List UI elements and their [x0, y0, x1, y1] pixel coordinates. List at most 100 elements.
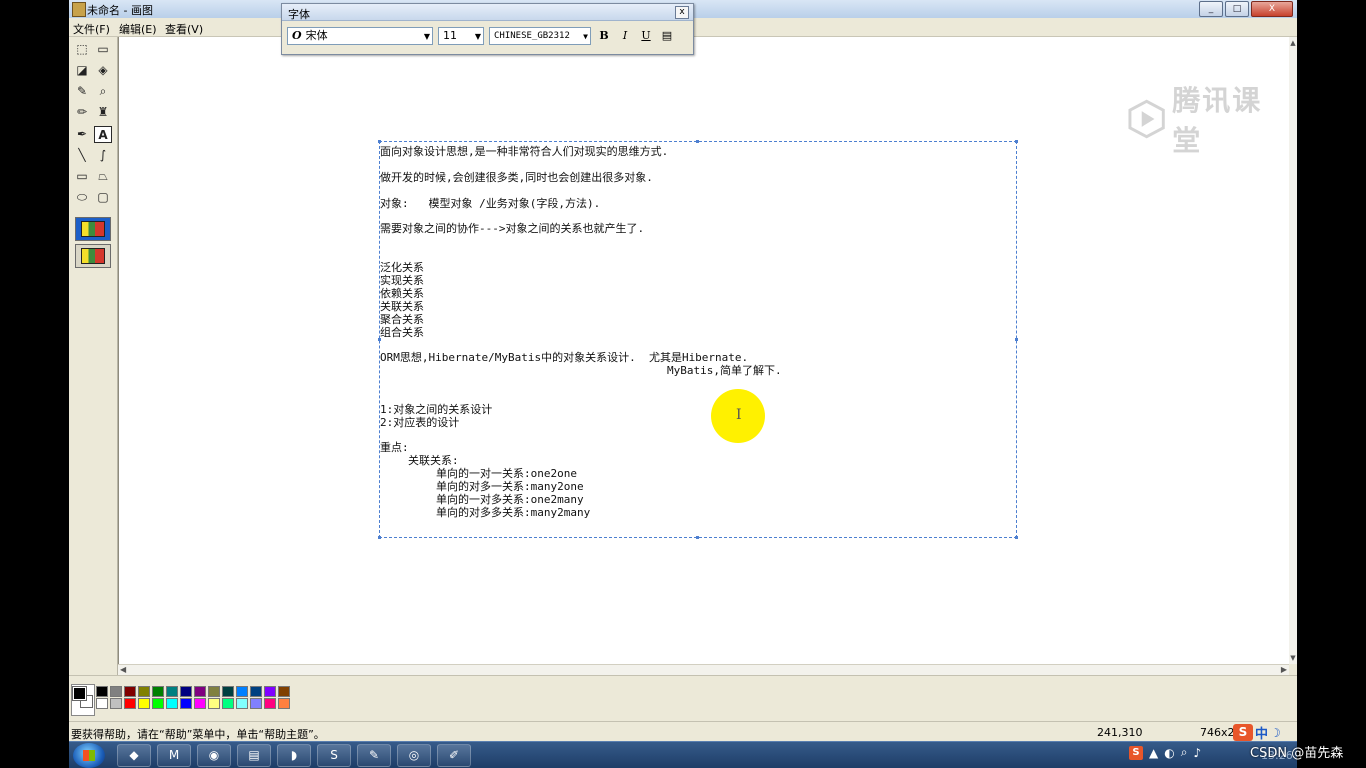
color-swatch[interactable] [250, 686, 262, 697]
color-swatches [96, 686, 291, 709]
tray-volume-icon[interactable]: ♪ [1193, 746, 1201, 760]
vertical-text-icon[interactable]: ▤ [659, 28, 675, 44]
windows-logo-icon [83, 750, 95, 761]
ime-toolbar[interactable]: S 中 ☽ [1233, 723, 1281, 742]
chevron-down-icon: ▼ [423, 32, 430, 41]
text-line: 泛化关系 [380, 261, 424, 274]
color-swatch[interactable] [250, 698, 262, 709]
fill-icon[interactable]: ◈ [94, 62, 112, 79]
line-icon[interactable]: ╲ [73, 147, 91, 164]
taskbar-paint-icon[interactable]: ✐ [437, 744, 471, 767]
tray-network-icon[interactable]: ◐ [1164, 746, 1174, 760]
font-name-select[interactable]: O 宋体 ▼ [287, 27, 433, 45]
color-swatch[interactable] [138, 686, 150, 697]
close-button[interactable]: X [1251, 1, 1293, 17]
color-swatch[interactable] [236, 686, 248, 697]
free-select-icon[interactable]: ⬚ [73, 41, 91, 58]
taskbar-app-icon[interactable]: S [317, 744, 351, 767]
tray-sogou-icon[interactable]: S [1129, 745, 1143, 760]
text-line: 实现关系 [380, 274, 424, 287]
polygon-icon[interactable]: ⏢ [94, 168, 112, 185]
color-swatch[interactable] [278, 698, 290, 709]
bold-button[interactable]: B [596, 28, 612, 44]
airbrush-icon[interactable]: ✒ [73, 126, 91, 143]
color-swatch[interactable] [236, 698, 248, 709]
sogou-icon[interactable]: S [1233, 724, 1253, 741]
font-script-value: CHINESE_GB2312 [494, 31, 570, 41]
color-swatch[interactable] [180, 686, 192, 697]
scroll-left-icon[interactable]: ◀ [120, 665, 126, 674]
watermark: 腾讯课堂 [1127, 79, 1290, 159]
font-size-select[interactable]: 11 ▼ [438, 27, 484, 45]
color-swatch[interactable] [166, 686, 178, 697]
tray-search-icon[interactable]: ⌕ [1181, 745, 1188, 760]
ellipse-icon[interactable]: ⬭ [73, 189, 91, 206]
underline-button[interactable]: U [638, 28, 654, 44]
taskbar-app-icon[interactable]: M [157, 744, 191, 767]
magnifier-icon[interactable]: ⌕ [94, 83, 112, 100]
text-line: 面向对象设计思想,是一种非常符合人们对现实的思维方式. [380, 145, 669, 158]
color-swatch[interactable] [222, 686, 234, 697]
color-swatch[interactable] [152, 686, 164, 697]
brush-icon[interactable]: ♜ [94, 104, 112, 121]
rounded-rect-icon[interactable]: ▢ [94, 189, 112, 206]
color-swatch[interactable] [264, 698, 276, 709]
font-controls: O 宋体 ▼ 11 ▼ CHINESE_GB2312 ▼ B I U ▤ [287, 27, 675, 45]
start-button[interactable] [73, 743, 105, 768]
color-swatch[interactable] [124, 686, 136, 697]
tray-expand-icon[interactable]: ▲ [1149, 746, 1158, 760]
color-swatch[interactable] [194, 698, 206, 709]
color-swatch[interactable] [110, 698, 122, 709]
curve-icon[interactable]: ∫ [94, 147, 112, 164]
scroll-down-icon[interactable]: ▼ [1289, 654, 1297, 662]
text-tool-icon[interactable]: A [94, 126, 112, 143]
color-swatch[interactable] [138, 698, 150, 709]
color-swatch[interactable] [152, 698, 164, 709]
horizontal-scrollbar[interactable]: ◀ ▶ [118, 664, 1289, 675]
color-picker-icon[interactable]: ✎ [73, 83, 91, 100]
taskbar-notepad-icon[interactable]: ✎ [357, 744, 391, 767]
menu-view[interactable]: 查看(V) [165, 21, 203, 37]
menu-edit[interactable]: 编辑(E) [119, 21, 157, 37]
color-swatch[interactable] [208, 686, 220, 697]
opaque-background-option[interactable] [75, 217, 111, 241]
color-swatch[interactable] [180, 698, 192, 709]
pencil-icon[interactable]: ✏ [73, 104, 91, 121]
font-dialog-close-button[interactable]: x [675, 6, 689, 19]
color-swatch[interactable] [194, 686, 206, 697]
paint-app-icon [72, 2, 86, 17]
drawing-canvas[interactable]: 腾讯课堂 面向对象设计思想,是一种非常符合人们对现实的思维方式. 做开发的时候,… [118, 37, 1290, 664]
color-swatch[interactable] [96, 686, 108, 697]
vertical-scrollbar[interactable]: ▲ ▼ [1289, 37, 1297, 664]
taskbar-app-icon[interactable]: ◎ [397, 744, 431, 767]
transparent-background-option[interactable] [75, 244, 111, 268]
color-swatch[interactable] [208, 698, 220, 709]
toolbox: ⬚ ▭ ◪ ◈ ✎ ⌕ ✏ ♜ ✒ A ╲ ∫ ▭ ⏢ ⬭ ▢ [69, 37, 118, 677]
taskbar-app-icon[interactable]: ◆ [117, 744, 151, 767]
ime-halfwidth-icon[interactable]: ☽ [1270, 726, 1281, 740]
scroll-up-icon[interactable]: ▲ [1289, 39, 1297, 47]
ime-chinese-mode[interactable]: 中 [1255, 723, 1268, 742]
italic-button[interactable]: I [617, 28, 633, 44]
taskbar-chrome-icon[interactable]: ◉ [197, 744, 231, 767]
color-swatch[interactable] [222, 698, 234, 709]
color-swatch[interactable] [96, 698, 108, 709]
eraser-icon[interactable]: ◪ [73, 62, 91, 79]
menu-file[interactable]: 文件(F) [73, 21, 110, 37]
maximize-button[interactable]: □ [1225, 1, 1249, 17]
color-swatch[interactable] [110, 686, 122, 697]
taskbar-explorer-icon[interactable]: ▤ [237, 744, 271, 767]
text-box[interactable]: 面向对象设计思想,是一种非常符合人们对现实的思维方式. 做开发的时候,会创建很多… [378, 140, 1018, 539]
rect-select-icon[interactable]: ▭ [94, 41, 112, 58]
font-script-select[interactable]: CHINESE_GB2312 ▼ [489, 27, 591, 45]
color-swatch[interactable] [166, 698, 178, 709]
color-swatch[interactable] [124, 698, 136, 709]
scroll-right-icon[interactable]: ▶ [1281, 665, 1287, 674]
taskbar-app-icon[interactable]: ◗ [277, 744, 311, 767]
font-dialog-titlebar[interactable]: 字体 x [282, 4, 693, 21]
rectangle-icon[interactable]: ▭ [73, 168, 91, 185]
color-swatch[interactable] [278, 686, 290, 697]
font-size-value: 11 [443, 29, 457, 42]
minimize-button[interactable]: _ [1199, 1, 1223, 17]
color-swatch[interactable] [264, 686, 276, 697]
